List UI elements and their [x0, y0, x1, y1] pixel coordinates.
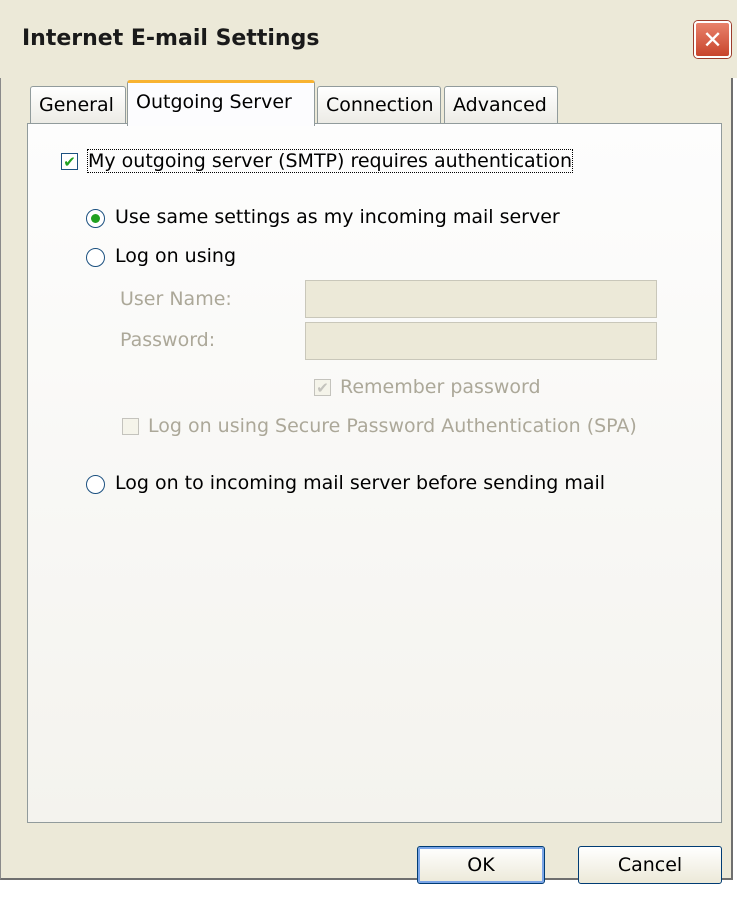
log-on-incoming-label[interactable]: Log on to incoming mail server before se… [115, 472, 605, 494]
close-button[interactable]: ✕ [694, 21, 731, 58]
dialog-title: Internet E-mail Settings [22, 26, 320, 51]
password-label: Password: [120, 329, 216, 351]
tab-general[interactable]: General [30, 86, 126, 124]
log-on-using-radio[interactable] [86, 248, 105, 267]
spa-checkbox[interactable] [122, 418, 139, 435]
log-on-using-label[interactable]: Log on using [115, 245, 236, 267]
ok-button[interactable]: OK [417, 846, 545, 884]
cancel-button[interactable]: Cancel [578, 846, 722, 884]
remember-password-label: Remember password [340, 376, 541, 398]
password-field[interactable] [305, 322, 657, 360]
spa-label: Log on using Secure Password Authenticat… [148, 415, 637, 437]
same-settings-label[interactable]: Use same settings as my incoming mail se… [115, 206, 560, 228]
remember-password-checkbox[interactable]: ✔ [314, 379, 331, 397]
tab-connection[interactable]: Connection [317, 86, 441, 124]
user-name-label: User Name: [120, 288, 232, 310]
tab-outgoing-server[interactable]: Outgoing Server [127, 80, 315, 126]
user-name-field[interactable] [305, 280, 657, 318]
title-bar: Internet E-mail Settings ✕ [0, 0, 737, 78]
close-icon: ✕ [702, 25, 723, 54]
log-on-incoming-radio[interactable] [86, 475, 105, 494]
requires-auth-label[interactable]: My outgoing server (SMTP) requires authe… [86, 149, 574, 173]
tab-advanced[interactable]: Advanced [444, 86, 558, 124]
requires-auth-checkbox[interactable]: ✔ [61, 153, 78, 171]
same-settings-radio[interactable] [86, 209, 105, 228]
